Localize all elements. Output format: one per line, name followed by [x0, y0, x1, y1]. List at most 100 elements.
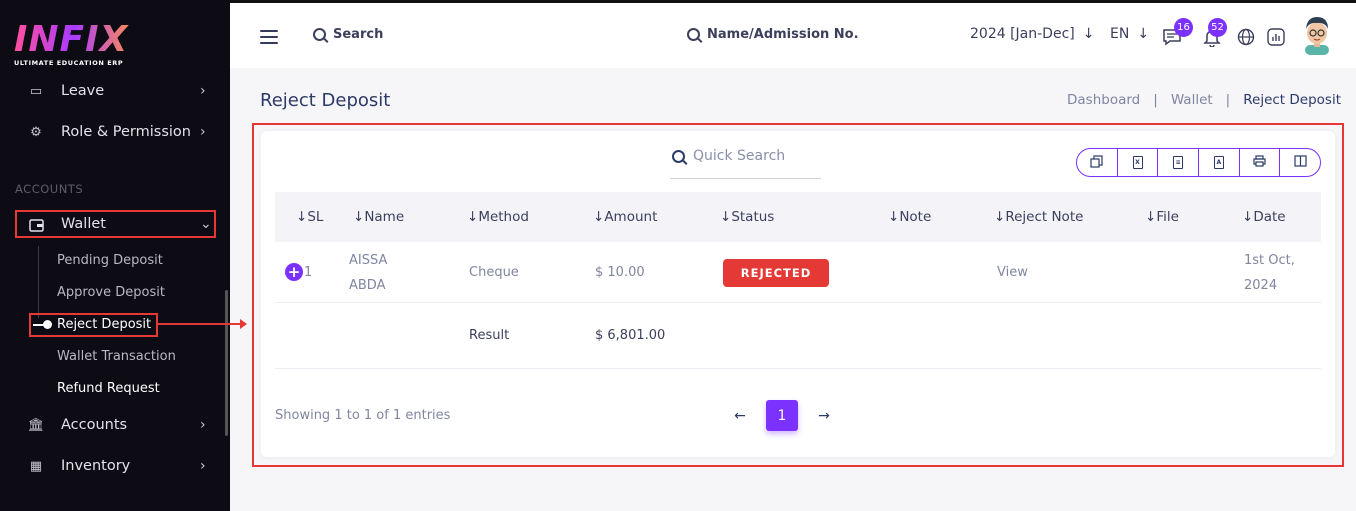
column-header-sl[interactable]: ↓SL [296, 209, 323, 225]
column-header-method[interactable]: ↓Method [467, 209, 529, 225]
column-header-file[interactable]: ↓File [1145, 209, 1179, 225]
column-label: Method [478, 209, 529, 225]
search-icon [672, 150, 685, 163]
table-header: ↓SL ↓Name ↓Method ↓Amount ↓Status ↓Note … [275, 192, 1321, 242]
sidebar-item-leave[interactable]: ▭ Leave › [0, 76, 230, 106]
academic-year-select[interactable]: 2024 [Jan-Dec] ↓ [970, 26, 1094, 42]
result-label: Result [469, 328, 510, 343]
role-permission-icon: ⚙ [30, 124, 42, 140]
sort-icon: ↓ [296, 209, 308, 225]
page-title: Reject Deposit [260, 90, 391, 111]
column-label: Note [899, 209, 932, 225]
sidebar-item-inventory[interactable]: ▦ Inventory › [0, 451, 230, 481]
leave-icon: ▭ [29, 83, 43, 99]
sort-icon: ↓ [888, 209, 900, 225]
academic-year-value: 2024 [Jan-Dec] [970, 26, 1075, 42]
quick-search [670, 145, 821, 179]
bank-icon: 🏛 [27, 417, 45, 433]
chevron-right-icon: › [200, 124, 206, 140]
breadcrumb: Dashboard | Wallet | Reject Deposit [1067, 92, 1341, 108]
notifications-badge: 52 [1208, 18, 1227, 37]
sidebar-item-label: Accounts [61, 417, 128, 433]
arrow-down-icon: ↓ [1137, 26, 1150, 42]
column-header-reject-note[interactable]: ↓Reject Note [994, 209, 1083, 225]
breadcrumb-dashboard[interactable]: Dashboard [1067, 92, 1140, 108]
sort-icon: ↓ [467, 209, 479, 225]
sidebar-item-label: Wallet [61, 216, 106, 232]
copy-button[interactable] [1077, 149, 1118, 176]
sidebar-item-role-permission[interactable]: ⚙ Role & Permission › [0, 117, 230, 147]
column-label: Reject Note [1005, 209, 1084, 225]
table-info: Showing 1 to 1 of 1 entries [275, 408, 451, 423]
next-page-icon[interactable]: → [814, 400, 834, 431]
cell-amount: $ 10.00 [595, 265, 645, 280]
cell-date-day: 1st Oct, [1244, 253, 1295, 268]
status-badge: REJECTED [723, 259, 829, 287]
pdf-button[interactable]: A [1199, 149, 1240, 176]
menu-toggle-icon[interactable] [260, 30, 278, 44]
sort-icon: ↓ [593, 209, 605, 225]
search-label: Search [333, 27, 384, 42]
column-label: File [1156, 209, 1179, 225]
csv-button[interactable]: ≡ [1158, 149, 1200, 176]
app-root: INFIX ULTIMATE EDUCATION ERP ▭ Leave › ⚙… [0, 0, 1356, 511]
logo-text: INFIX [14, 22, 134, 58]
expand-row-icon[interactable]: + [285, 263, 303, 281]
sidebar-subitem-pending-deposit[interactable]: Pending Deposit [57, 253, 163, 268]
sidebar-item-wallet[interactable]: Wallet ⌄ [15, 210, 216, 238]
breadcrumb-wallet[interactable]: Wallet [1171, 92, 1213, 108]
chart-icon[interactable] [1266, 27, 1286, 47]
sidebar-subitem-reject-deposit[interactable]: Reject Deposit [57, 317, 151, 332]
prev-page-icon[interactable]: ← [730, 400, 750, 431]
chevron-right-icon: › [200, 417, 206, 433]
result-amount: $ 6,801.00 [595, 328, 666, 343]
cell-sl: 1 [304, 265, 313, 280]
export-toolbar: X ≡ A [1076, 148, 1321, 177]
quick-search-input[interactable] [693, 145, 818, 167]
cell-method: Cheque [469, 265, 519, 280]
search-button[interactable]: Search [313, 27, 383, 42]
column-label: Amount [604, 209, 658, 225]
user-avatar[interactable] [1299, 13, 1335, 55]
page-button-current[interactable]: 1 [766, 400, 798, 431]
section-label-accounts: ACCOUNTS [15, 182, 84, 196]
sidebar-subitem-refund-request[interactable]: Refund Request [57, 381, 160, 396]
column-label: Date [1253, 209, 1286, 225]
sidebar-item-label: Leave [61, 83, 105, 99]
excel-icon: X [1132, 156, 1143, 169]
reject-note-view-link[interactable]: View [997, 265, 1028, 280]
column-header-date[interactable]: ↓Date [1242, 209, 1286, 225]
logo[interactable]: INFIX ULTIMATE EDUCATION ERP [14, 22, 134, 68]
row-divider [275, 302, 1321, 303]
column-visibility-button[interactable] [1280, 149, 1320, 176]
sidebar-item-accounts[interactable]: 🏛 Accounts › [0, 410, 230, 440]
column-header-amount[interactable]: ↓Amount [593, 209, 657, 225]
sidebar-subitem-approve-deposit[interactable]: Approve Deposit [57, 285, 165, 300]
sort-icon: ↓ [1242, 209, 1254, 225]
sort-icon: ↓ [353, 209, 365, 225]
sidebar-subitem-wallet-transaction[interactable]: Wallet Transaction [57, 349, 176, 364]
breadcrumb-separator: | [1225, 92, 1231, 108]
breadcrumb-separator: | [1153, 92, 1158, 108]
excel-button[interactable]: X [1118, 149, 1159, 176]
search-icon [313, 28, 326, 41]
student-search[interactable]: Name/Admission No. [687, 27, 859, 42]
chevron-right-icon: › [200, 458, 206, 474]
column-header-name[interactable]: ↓Name [353, 209, 404, 225]
column-label: SL [307, 209, 324, 225]
sidebar: INFIX ULTIMATE EDUCATION ERP ▭ Leave › ⚙… [0, 0, 230, 511]
breadcrumb-current: Reject Deposit [1243, 92, 1341, 108]
columns-icon [1294, 155, 1307, 170]
active-indicator-dot [43, 320, 52, 329]
copy-icon [1090, 154, 1103, 171]
csv-icon: ≡ [1173, 156, 1184, 169]
sidebar-scrollbar[interactable] [225, 290, 228, 436]
column-header-status[interactable]: ↓Status [720, 209, 774, 225]
language-select[interactable]: EN ↓ [1110, 26, 1149, 42]
print-icon [1253, 155, 1266, 170]
globe-icon[interactable] [1236, 27, 1256, 47]
column-header-note[interactable]: ↓Note [888, 209, 931, 225]
chevron-down-icon: ⌄ [200, 216, 212, 232]
sort-icon: ↓ [720, 209, 732, 225]
print-button[interactable] [1240, 149, 1281, 176]
